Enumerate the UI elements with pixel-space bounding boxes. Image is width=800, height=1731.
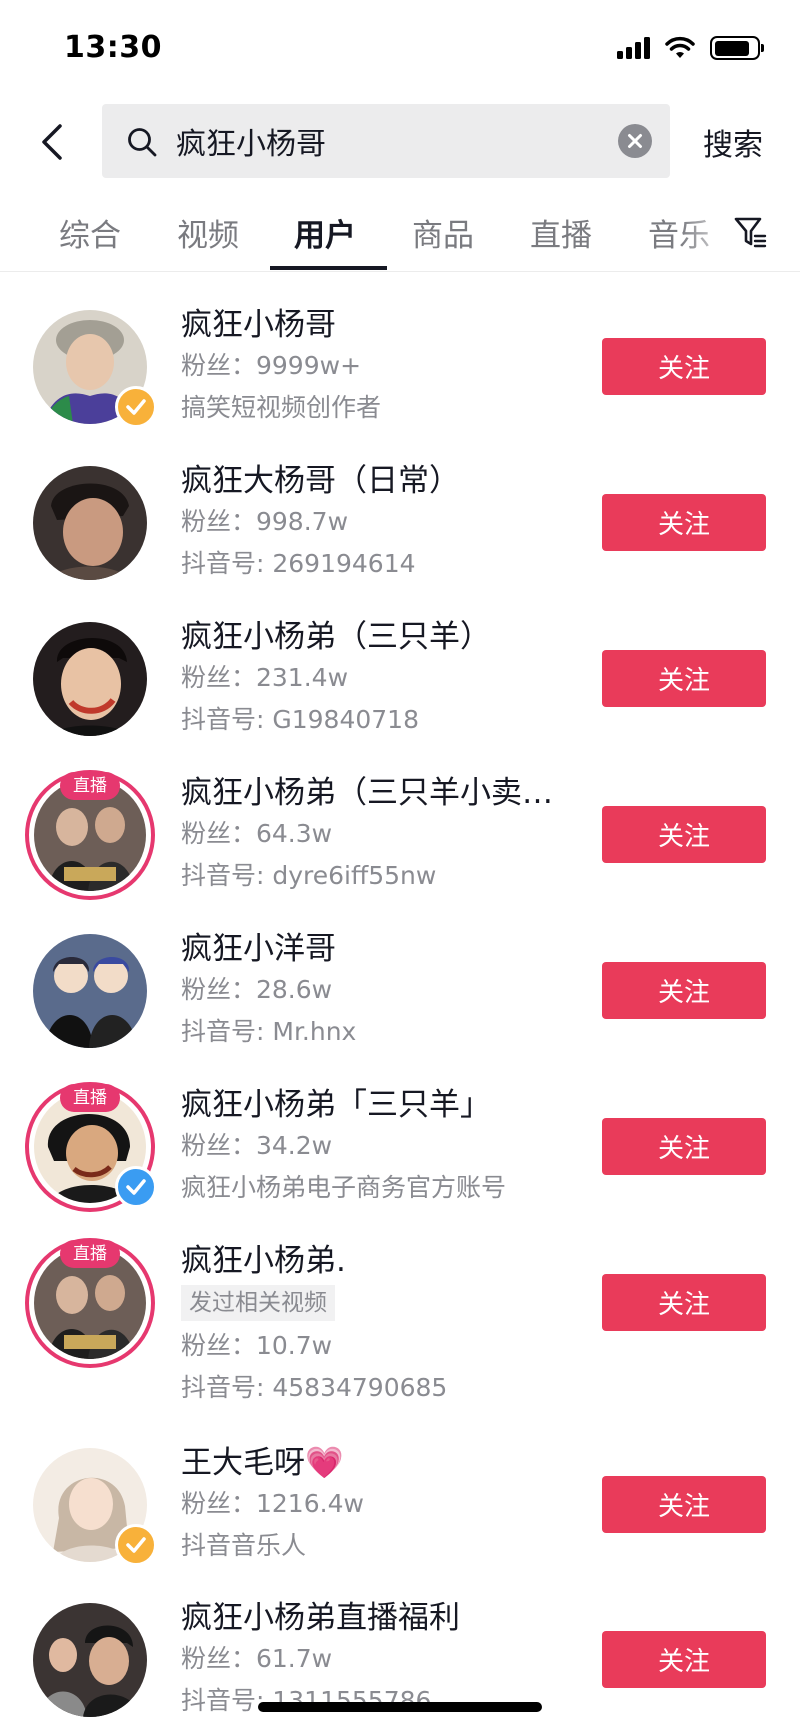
follow-button[interactable]: 关注 xyxy=(602,1631,766,1688)
follow-button[interactable]: 关注 xyxy=(602,1476,766,1533)
search-input[interactable] xyxy=(176,104,596,178)
user-detail: 搞笑短视频创作者 xyxy=(181,393,382,422)
close-icon xyxy=(628,134,642,148)
user-info: 疯狂小杨弟（三只羊小卖… 粉丝：64.3w 抖音号: dyre6iff55nw xyxy=(181,773,561,897)
back-button[interactable] xyxy=(36,122,72,162)
tab-live[interactable]: 直播 xyxy=(530,210,592,255)
live-badge: 直播 xyxy=(60,772,120,800)
user-name: 疯狂小杨弟. xyxy=(181,1243,346,1279)
avatar-wrap[interactable] xyxy=(33,1448,157,1566)
follow-button[interactable]: 关注 xyxy=(602,494,766,551)
avatar xyxy=(33,1603,147,1717)
user-name: 王大毛呀💗 xyxy=(181,1445,344,1481)
verified-badge-icon xyxy=(115,1166,157,1208)
user-info: 疯狂小洋哥 粉丝：28.6w 抖音号: Mr.hnx xyxy=(181,929,561,1053)
search-box[interactable] xyxy=(102,104,670,178)
battery-icon xyxy=(710,36,764,60)
status-icons xyxy=(617,36,764,60)
live-badge: 直播 xyxy=(60,1240,120,1268)
follow-button[interactable]: 关注 xyxy=(602,338,766,395)
user-fans: 粉丝：61.7w xyxy=(181,1644,333,1673)
wifi-icon xyxy=(665,36,695,58)
user-name: 疯狂小杨弟「三只羊」 xyxy=(181,1087,491,1123)
user-detail: 抖音号: dyre6iff55nw xyxy=(181,861,437,890)
user-fans: 粉丝：231.4w xyxy=(181,663,349,692)
avatar xyxy=(33,622,147,736)
user-info: 王大毛呀💗 粉丝：1216.4w 抖音音乐人 xyxy=(181,1443,561,1567)
user-name: 疯狂大杨哥（日常） xyxy=(181,463,460,499)
user-name: 疯狂小杨哥 xyxy=(181,307,336,343)
follow-button[interactable]: 关注 xyxy=(602,1118,766,1175)
status-time: 13:30 xyxy=(64,30,162,65)
avatar-wrap[interactable] xyxy=(33,466,147,580)
user-fans: 粉丝：28.6w xyxy=(181,975,333,1004)
avatar-wrap[interactable] xyxy=(33,622,147,736)
verified-badge-icon xyxy=(115,1524,157,1566)
avatar-wrap[interactable] xyxy=(33,1603,147,1717)
user-name: 疯狂小杨弟（三只羊小卖… xyxy=(181,775,553,811)
active-tab-indicator xyxy=(270,266,387,270)
user-fans: 粉丝：1216.4w xyxy=(181,1489,364,1518)
tab-comprehensive[interactable]: 综合 xyxy=(59,210,121,255)
user-detail: 抖音号: G19840718 xyxy=(181,705,419,734)
user-detail: 疯狂小杨弟电子商务官方账号 xyxy=(181,1173,507,1202)
user-fans: 粉丝：64.3w xyxy=(181,819,333,848)
clear-search-button[interactable] xyxy=(618,124,652,158)
verified-badge-icon xyxy=(115,386,157,428)
user-info: 疯狂小杨弟（三只羊） 粉丝：231.4w 抖音号: G19840718 xyxy=(181,617,561,741)
search-submit-button[interactable]: 搜索 xyxy=(703,120,763,164)
user-detail: 抖音号: 269194614 xyxy=(181,549,416,578)
filter-icon[interactable] xyxy=(733,214,767,250)
avatar xyxy=(33,466,147,580)
avatar-wrap[interactable]: 直播 xyxy=(25,1082,157,1212)
user-fans: 粉丝：998.7w xyxy=(181,507,349,536)
search-row: 搜索 xyxy=(0,104,800,178)
user-fans: 粉丝：34.2w xyxy=(181,1131,333,1160)
user-detail: 抖音号: 1311555786 xyxy=(181,1686,432,1715)
home-indicator[interactable] xyxy=(258,1702,542,1712)
avatar-wrap[interactable]: 直播 xyxy=(25,1238,155,1368)
status-bar: 13:30 xyxy=(0,0,800,100)
user-name: 疯狂小洋哥 xyxy=(181,931,336,967)
user-fans: 粉丝：10.7w xyxy=(181,1331,333,1360)
user-name: 疯狂小杨弟（三只羊） xyxy=(181,619,491,655)
user-info: 疯狂小杨弟「三只羊」 粉丝：34.2w 疯狂小杨弟电子商务官方账号 xyxy=(181,1085,561,1209)
user-detail: 抖音号: Mr.hnx xyxy=(181,1017,357,1046)
chevron-left-icon xyxy=(42,124,62,160)
user-detail: 抖音号: 45834790685 xyxy=(181,1373,448,1402)
avatar-wrap[interactable] xyxy=(33,310,157,428)
follow-button[interactable]: 关注 xyxy=(602,1274,766,1331)
tab-videos[interactable]: 视频 xyxy=(177,210,239,255)
tab-users[interactable]: 用户 xyxy=(294,210,356,255)
user-info: 疯狂小杨弟. 发过相关视频 粉丝：10.7w 抖音号: 45834790685 xyxy=(181,1241,561,1409)
cellular-signal-icon xyxy=(617,37,650,59)
user-detail: 抖音音乐人 xyxy=(181,1531,307,1560)
search-icon xyxy=(128,128,157,157)
avatar-wrap[interactable] xyxy=(33,934,147,1048)
avatar xyxy=(33,934,147,1048)
tab-fade xyxy=(680,200,740,266)
follow-button[interactable]: 关注 xyxy=(602,962,766,1019)
related-video-tag: 发过相关视频 xyxy=(181,1285,335,1321)
user-fans: 粉丝：9999w+ xyxy=(181,351,362,380)
tab-products[interactable]: 商品 xyxy=(412,210,474,255)
category-tabs: 综合 视频 用户 商品 直播 音乐 xyxy=(0,200,800,272)
user-info: 疯狂小杨哥 粉丝：9999w+ 搞笑短视频创作者 xyxy=(181,305,561,429)
avatar-wrap[interactable]: 直播 xyxy=(25,770,155,900)
user-name: 疯狂小杨弟直播福利 xyxy=(181,1600,460,1636)
user-info: 疯狂大杨哥（日常） 粉丝：998.7w 抖音号: 269194614 xyxy=(181,461,561,585)
live-badge: 直播 xyxy=(60,1084,120,1112)
follow-button[interactable]: 关注 xyxy=(602,806,766,863)
follow-button[interactable]: 关注 xyxy=(602,650,766,707)
